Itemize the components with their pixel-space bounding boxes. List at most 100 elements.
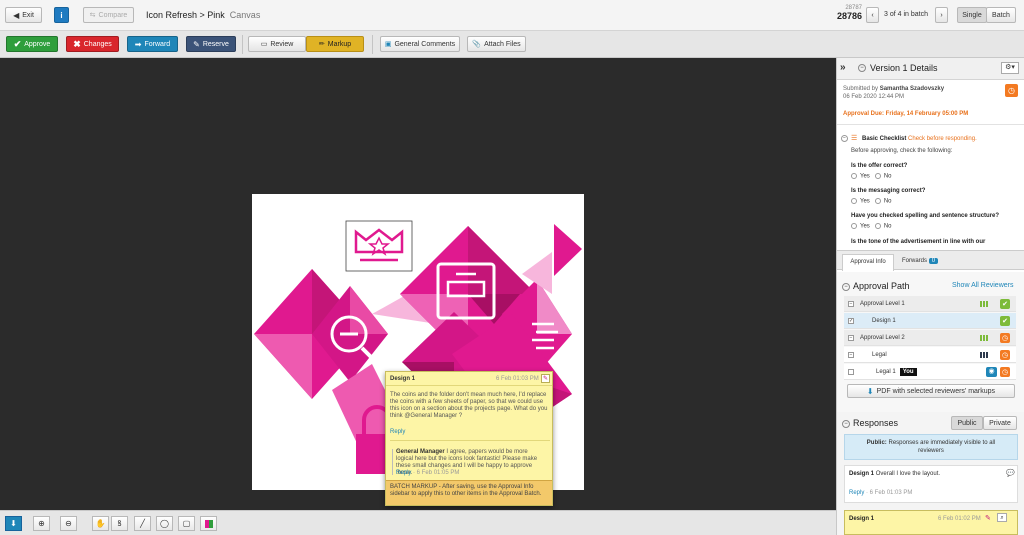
no-label: No [883, 198, 892, 205]
tab-forwards[interactable]: Forwards 0 [897, 254, 945, 269]
next-item-button[interactable]: › [935, 7, 948, 23]
pending-clock-icon: ◷ [1000, 349, 1010, 360]
search-icon[interactable]: ⌕ [997, 513, 1007, 522]
radio-yes[interactable] [851, 173, 857, 179]
sidebar-tabs: Approval Info Forwards 0 [837, 250, 1024, 271]
reserve-button[interactable]: ✎ Reserve [186, 36, 236, 52]
response-reply-link[interactable]: Reply [849, 490, 864, 496]
note-reply-link[interactable]: Reply [390, 429, 405, 435]
download-arrow-icon: ⬇ [10, 519, 17, 528]
pan-tool[interactable]: ✋ [92, 516, 109, 531]
markup-response-date: 6 Feb 01:02 PM [938, 516, 981, 522]
collapse-level-icon[interactable]: − [848, 300, 854, 307]
collapse-sidebar-icon[interactable]: » [840, 62, 846, 73]
download-arrow-icon: ⬇ [866, 386, 874, 396]
yes-label: Yes [860, 198, 870, 205]
general-comments-label: General Comments [394, 40, 456, 48]
reply-reply-link[interactable]: Reply [396, 470, 411, 476]
checklist-section: − ☰ Basic Checklist Check before respond… [837, 128, 1024, 248]
public-toggle[interactable]: Public [951, 416, 983, 430]
pdf-markups-button[interactable]: ⬇ PDF with selected reviewers' markups [847, 384, 1015, 398]
radio-yes[interactable] [851, 198, 857, 204]
review-mode-button[interactable]: ▭ Review [248, 36, 306, 52]
changes-button[interactable]: ✖ Changes [66, 36, 119, 52]
color-tool[interactable] [200, 516, 217, 531]
zoom-in-tool[interactable]: ⊕ [33, 516, 50, 531]
line-tool[interactable]: ╱ [134, 516, 151, 531]
reply-author: General Manager [396, 449, 445, 455]
action-toolbar: ✔ Approve ✖ Changes ➡ Forward ✎ Reserve ▭ Rev… [0, 31, 1024, 58]
reply-footer: Reply · 6 Feb 01:05 PM [396, 470, 459, 476]
rectangle-tool[interactable]: ▢ [178, 516, 195, 531]
approval-level-row[interactable]: − Approval Level 1 ✔ [844, 296, 1016, 312]
canvas-tool-bar: ⬇ ⊕ ⊖ ✋ ꝸ ╱ ◯ ▢ [0, 510, 836, 535]
forward-arrow-icon: ➡ [134, 39, 142, 49]
gear-icon[interactable]: ⚙▾ [1001, 62, 1019, 74]
collapse-circle-icon[interactable]: − [858, 64, 866, 72]
radio-no[interactable] [874, 198, 881, 204]
pin-icon[interactable]: ✎ [541, 374, 550, 383]
yes-label: Yes [860, 223, 870, 230]
zoom-out-tool[interactable]: ⊖ [60, 516, 77, 531]
batch-view-button[interactable]: Batch [986, 7, 1016, 23]
collapse-responses-icon[interactable]: − [842, 420, 850, 428]
note-text: The coins and the folder don't mean much… [390, 392, 548, 419]
freehand-tool[interactable]: ꝸ [111, 516, 128, 531]
show-all-reviewers-link[interactable]: Show All Reviewers [952, 282, 1013, 289]
changes-label: Changes [83, 40, 112, 48]
reviewer-row[interactable]: Legal 1 You ◉ ◷ [844, 364, 1016, 380]
single-view-button[interactable]: Single [957, 7, 987, 23]
public-note-text: Responses are immediately visible to all… [888, 440, 996, 454]
reviewer-checkbox[interactable] [848, 368, 854, 375]
toolbar-divider [372, 35, 373, 54]
approval-group-row[interactable]: − Legal ◷ [844, 347, 1016, 363]
approval-level-row[interactable]: − Approval Level 2 ◷ [844, 330, 1016, 346]
zoom-out-icon: ⊖ [65, 519, 72, 528]
general-comments-button[interactable]: ▣ General Comments [380, 36, 460, 52]
markup-response-author: Design 1 [849, 516, 875, 522]
compare-label: Compare [98, 11, 128, 19]
reviewer-row[interactable]: ✓ Design 1 ✔ [844, 313, 1016, 329]
public-label: Public [957, 419, 977, 427]
markup-response-card[interactable]: Design 1 6 Feb 01:02 PM ✎ ⌕ [844, 510, 1018, 535]
tab-approval-info[interactable]: Approval Info [842, 254, 894, 271]
collapse-checklist-icon[interactable]: − [841, 135, 848, 142]
top-bar: ◀ Exit i ⇆ Compare Icon Refresh > Pink Ca… [0, 0, 1024, 31]
download-tool[interactable]: ⬇ [5, 516, 22, 531]
collapse-approval-path-icon[interactable]: − [842, 283, 850, 291]
review-canvas[interactable]: Design 1 6 Feb 01:03 PM ✎ The coins and … [0, 58, 836, 510]
compare-button[interactable]: ⇆ Compare [83, 7, 134, 23]
approve-button[interactable]: ✔ Approve [6, 36, 58, 52]
collapse-level-icon[interactable]: − [848, 334, 854, 341]
eye-icon[interactable]: ◉ [986, 366, 997, 377]
collapse-group-icon[interactable]: − [848, 351, 854, 358]
checklist-title: Basic Checklist [862, 136, 907, 142]
exit-button[interactable]: ◀ Exit [5, 7, 42, 23]
radio-no[interactable] [874, 173, 881, 179]
checklist-heading: Basic Checklist Check before responding. [862, 136, 977, 142]
radio-yes[interactable] [851, 223, 857, 229]
responses-section: − Responses Public Private Public: Respo… [837, 412, 1024, 535]
ellipse-tool[interactable]: ◯ [156, 516, 173, 531]
markup-pencil-icon: ✏ [318, 41, 325, 48]
markup-mode-button[interactable]: ✏ Markup [306, 36, 364, 52]
sidebar-divider [837, 124, 1024, 125]
reviewer-checkbox[interactable]: ✓ [848, 317, 854, 324]
page-title-text: Icon Refresh > Pink [146, 10, 225, 20]
checklist-question: Is the messaging correct? [851, 188, 926, 194]
markup-comment-note[interactable]: Design 1 6 Feb 01:03 PM ✎ The coins and … [385, 371, 553, 506]
pin-icon[interactable]: ✎ [985, 514, 991, 522]
response-card[interactable]: Design 1 Overall I love the layout. 💬 Re… [844, 465, 1018, 503]
forward-button[interactable]: ➡ Forward [127, 36, 178, 52]
attach-files-button[interactable]: 📎 Attach Files [467, 36, 526, 52]
checklist-icon: ☰ [851, 135, 858, 142]
approval-path-section: − Approval Path Show All Reviewers − App… [837, 272, 1024, 412]
private-toggle[interactable]: Private [983, 416, 1017, 430]
version-switcher[interactable]: 28787 28786 [828, 5, 862, 27]
prev-item-button[interactable]: ‹ [866, 7, 879, 23]
sidebar-header: » − Version 1 Details ⚙▾ [837, 58, 1024, 80]
radio-no[interactable] [874, 223, 881, 229]
batch-position: 3 of 4 in batch [884, 11, 928, 18]
info-button[interactable]: i [54, 7, 69, 23]
rectangle-icon: ▢ [182, 519, 191, 528]
